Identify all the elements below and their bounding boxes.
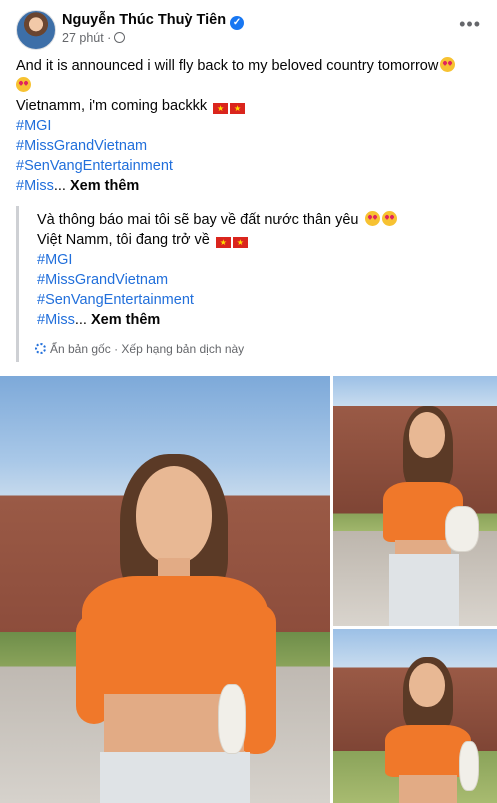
see-more-link[interactable]: Xem thêm <box>70 178 139 194</box>
hide-original-link[interactable]: Ẩn bản gốc <box>50 342 111 356</box>
ellipsis: ... <box>74 312 87 328</box>
heart-eyes-emoji-icon <box>364 211 380 226</box>
photo-main[interactable] <box>0 376 330 803</box>
separator: · <box>114 342 119 356</box>
post-text-line1: And it is announced i will fly back to m… <box>16 58 439 74</box>
post-text: And it is announced i will fly back to m… <box>16 56 486 196</box>
avatar[interactable] <box>16 10 56 50</box>
translation-text-line1: Và thông báo mai tôi sẽ bay về đất nước … <box>37 212 359 228</box>
hashtag-link[interactable]: #MissGrandVietnam <box>37 270 486 290</box>
translation-text: Và thông báo mai tôi sẽ bay về đất nước … <box>37 206 486 330</box>
person-figure <box>373 406 483 626</box>
translate-gear-icon <box>35 343 46 354</box>
translation-footer: Ẩn bản gốc · Xếp hạng bản dịch này <box>35 342 244 356</box>
see-more-link[interactable]: Xem thêm <box>91 312 160 328</box>
heart-eyes-emoji-icon <box>381 211 397 226</box>
translation-line-2: Việt Namm, tôi đang trở về ★ ★ <box>37 230 486 250</box>
hashtag-link[interactable]: #MissGrandVietnam <box>16 136 486 156</box>
verified-badge-icon: ✓ <box>230 16 245 30</box>
post-time[interactable]: 27 phút · <box>62 31 111 45</box>
person-figure <box>60 454 290 803</box>
ellipsis: ... <box>53 178 66 194</box>
translation-text-line2: Việt Namm, tôi đang trở về <box>37 232 210 248</box>
vietnam-flag-icon: ★ <box>215 237 231 248</box>
hashtag-link[interactable]: #Miss <box>37 312 75 328</box>
post-header: Nguyễn Thúc Thuỳ Tiên ✓ 27 phút · ••• <box>16 10 481 50</box>
translation-block: Và thông báo mai tôi sẽ bay về đất nước … <box>16 206 486 362</box>
translation-line-1: Và thông báo mai tôi sẽ bay về đất nước … <box>37 210 486 230</box>
vietnam-flag-icon: ★ <box>232 237 248 248</box>
globe-icon <box>114 32 126 43</box>
photo-secondary-top[interactable] <box>333 376 497 626</box>
rate-translation-link[interactable]: Xếp hạng bản dịch này <box>121 342 244 356</box>
vietnam-flag-icon: ★ <box>230 103 246 114</box>
post-meta: 27 phút · <box>62 31 126 45</box>
hashtag-link[interactable]: #MGI <box>37 250 486 270</box>
person-figure <box>379 657 489 803</box>
vietnam-flag-icon: ★ <box>213 103 229 114</box>
post-text-line3: Vietnamm, i'm coming backkk <box>16 98 208 114</box>
photo-secondary-bottom[interactable] <box>333 629 497 803</box>
photo-grid <box>0 376 497 803</box>
post-line-2 <box>16 76 486 96</box>
translation-line-truncated: #Miss... Xem thêm <box>37 310 486 330</box>
author-name[interactable]: Nguyễn Thúc Thuỳ Tiên ✓ <box>62 12 245 30</box>
hashtag-link[interactable]: #SenVangEntertainment <box>37 290 486 310</box>
heart-eyes-emoji-icon <box>440 57 456 72</box>
heart-eyes-emoji-icon <box>16 77 31 92</box>
author-name-text[interactable]: Nguyễn Thúc Thuỳ Tiên <box>62 12 226 28</box>
post-line-1: And it is announced i will fly back to m… <box>16 56 486 76</box>
post-line-truncated: #Miss... Xem thêm <box>16 176 486 196</box>
hashtag-link[interactable]: #SenVangEntertainment <box>16 156 486 176</box>
hashtag-link[interactable]: #Miss <box>16 178 54 194</box>
post-line-3: Vietnamm, i'm coming backkk ★ ★ <box>16 96 486 116</box>
hashtag-link[interactable]: #MGI <box>16 116 486 136</box>
more-options-button[interactable]: ••• <box>459 14 481 35</box>
